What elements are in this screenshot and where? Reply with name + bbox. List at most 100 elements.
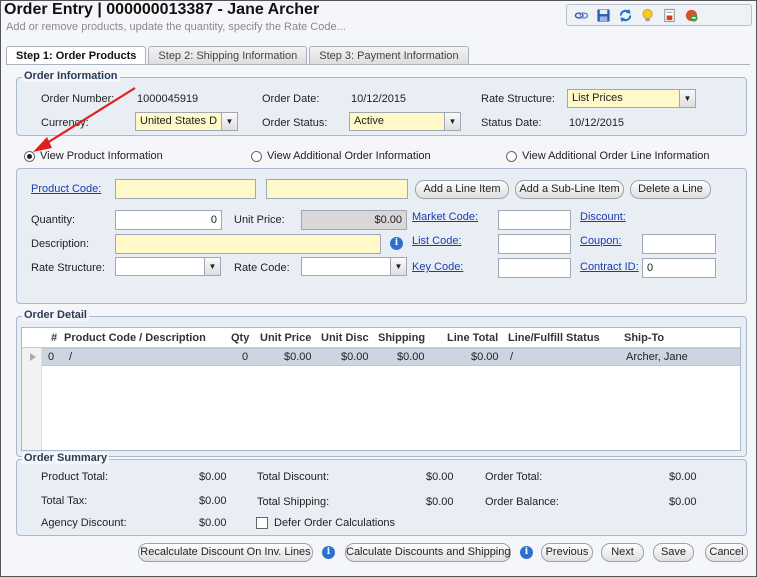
add-sub-line-item-button[interactable]: Add a Sub-Line Item (515, 180, 624, 199)
column-header-ship-to[interactable]: Ship-To (624, 332, 664, 344)
window-subtitle: Add or remove products, update the quant… (6, 21, 346, 33)
key-code-link[interactable]: Key Code: (412, 261, 463, 273)
coupon-link[interactable]: Coupon: (580, 235, 622, 247)
column-header-unit-disc[interactable]: Unit Disc (321, 332, 369, 344)
radio-view-product-label: View Product Information (40, 150, 163, 162)
total-tax-value: $0.00 (199, 495, 227, 507)
recalculate-discount-button[interactable]: Recalculate Discount On Inv. Lines (138, 543, 313, 562)
info-icon[interactable]: i (520, 546, 533, 559)
agency-discount-label: Agency Discount: (41, 517, 127, 529)
order-total-value: $0.00 (669, 471, 697, 483)
cell-status: / (510, 351, 514, 363)
chevron-down-icon[interactable]: ▼ (205, 257, 221, 276)
tab-payment-information[interactable]: Step 3: Payment Information (309, 46, 469, 65)
tab-shipping-information[interactable]: Step 2: Shipping Information (148, 46, 308, 65)
order-information-legend: Order Information (22, 70, 120, 82)
radio-view-product[interactable]: View Product Information (24, 150, 163, 162)
list-code-input[interactable] (498, 234, 571, 254)
step-tabs: Step 1: Order Products Step 2: Shipping … (6, 46, 471, 65)
radio-button[interactable] (506, 150, 517, 162)
line-rate-structure-value (115, 257, 205, 276)
cell-shipping: $0.00 (397, 351, 425, 363)
market-code-link[interactable]: Market Code: (412, 211, 478, 223)
cell-qty: 0 (242, 351, 249, 363)
chevron-down-icon[interactable]: ▼ (391, 257, 407, 276)
order-date-label: Order Date: (262, 93, 320, 105)
info-icon[interactable]: i (390, 237, 403, 250)
cell-line-total: $0.00 (471, 351, 499, 363)
rate-code-label: Rate Code: (234, 262, 290, 274)
column-header-unit-price[interactable]: Unit Price (260, 332, 311, 344)
discount-link[interactable]: Discount: (580, 211, 626, 223)
currency-select[interactable]: United States D ▼ (135, 112, 238, 131)
rate-structure-value: List Prices (567, 89, 680, 108)
chevron-down-icon[interactable]: ▼ (222, 112, 238, 131)
previous-button[interactable]: Previous (541, 543, 593, 562)
order-status-select[interactable]: Active ▼ (349, 112, 461, 131)
window-title: Order Entry | 000000013387 - Jane Archer (4, 1, 320, 18)
radio-view-additional-line-label: View Additional Order Line Information (522, 150, 710, 162)
rate-structure-select[interactable]: List Prices ▼ (567, 89, 696, 108)
toolbar (566, 4, 752, 26)
lightbulb-icon[interactable] (638, 7, 657, 24)
contract-id-link[interactable]: Contract ID: (580, 261, 639, 273)
market-code-input[interactable] (498, 210, 571, 230)
radio-view-additional-line[interactable]: View Additional Order Line Information (506, 150, 710, 162)
column-header-status[interactable]: Line/Fulfill Status (508, 332, 600, 344)
order-summary-legend: Order Summary (22, 452, 110, 464)
order-status-value: Active (349, 112, 445, 131)
info-icon[interactable]: i (322, 546, 335, 559)
radio-button[interactable] (251, 150, 262, 162)
report-icon[interactable] (660, 7, 679, 24)
unit-price-input: $0.00 (301, 210, 407, 230)
link-icon[interactable] (572, 7, 591, 24)
order-detail-legend: Order Detail (22, 309, 89, 321)
chevron-down-icon[interactable]: ▼ (445, 112, 461, 131)
cell-number: 0 (48, 351, 55, 363)
radio-view-additional-order[interactable]: View Additional Order Information (251, 150, 431, 162)
coupon-input[interactable] (642, 234, 716, 254)
total-shipping-label: Total Shipping: (257, 496, 330, 508)
add-line-item-button[interactable]: Add a Line Item (415, 180, 509, 199)
save-icon[interactable] (594, 7, 613, 24)
contract-id-input[interactable]: 0 (642, 258, 716, 278)
list-code-link[interactable]: List Code: (412, 235, 462, 247)
product-code-link[interactable]: Product Code: (31, 183, 101, 195)
save-button[interactable]: Save (653, 543, 694, 562)
quantity-input[interactable]: 0 (115, 210, 222, 230)
product-description-search-input[interactable] (266, 179, 408, 199)
radio-button[interactable] (24, 150, 35, 162)
cell-unit-disc: $0.00 (341, 351, 369, 363)
delete-line-button[interactable]: Delete a Line (630, 180, 711, 199)
chevron-down-icon[interactable]: ▼ (680, 89, 696, 108)
tab-order-products[interactable]: Step 1: Order Products (6, 46, 147, 65)
order-status-label: Order Status: (262, 117, 328, 129)
line-rate-structure-select[interactable]: ▼ (115, 257, 221, 276)
product-code-input[interactable] (115, 179, 256, 199)
refresh-icon[interactable] (616, 7, 635, 24)
order-detail-grid: # Product Code / Description Qty Unit Pr… (21, 327, 741, 451)
description-input[interactable] (115, 234, 381, 254)
next-button[interactable]: Next (601, 543, 644, 562)
total-tax-label: Total Tax: (41, 495, 88, 507)
column-header-product[interactable]: Product Code / Description (64, 332, 206, 344)
cell-unit-price: $0.00 (284, 351, 312, 363)
close-record-icon[interactable] (682, 7, 701, 24)
column-header-line-total[interactable]: Line Total (447, 332, 498, 344)
row-indicator-icon (30, 353, 36, 361)
description-label: Description: (31, 238, 90, 250)
table-row[interactable]: 0 / 0 $0.00 $0.00 $0.00 $0.00 / Archer, … (42, 348, 740, 366)
defer-calculations-checkbox[interactable]: Defer Order Calculations (256, 517, 395, 529)
currency-value: United States D (135, 112, 222, 131)
key-code-input[interactable] (498, 258, 571, 278)
status-date-value: 10/12/2015 (569, 117, 625, 129)
column-header-shipping[interactable]: Shipping (378, 332, 425, 344)
cancel-button[interactable]: Cancel (705, 543, 748, 562)
column-header-qty[interactable]: Qty (231, 332, 249, 344)
calculate-discounts-shipping-button[interactable]: Calculate Discounts and Shipping (345, 543, 511, 562)
rate-code-select[interactable]: ▼ (301, 257, 407, 276)
checkbox[interactable] (256, 517, 268, 529)
row-selector-gutter (22, 348, 42, 450)
column-header-number[interactable]: # (51, 332, 57, 344)
product-total-label: Product Total: (41, 471, 109, 483)
